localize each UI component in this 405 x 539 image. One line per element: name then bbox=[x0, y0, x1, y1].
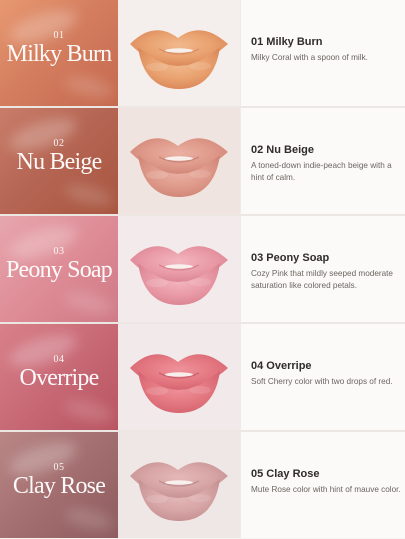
shade-title: 03 Peony Soap bbox=[251, 252, 330, 264]
lip-preview bbox=[118, 216, 240, 322]
shade-title: 04 Overripe bbox=[251, 360, 312, 372]
shade-row: 03 Peony Soap 03 Peony Soap Cozy Pink th… bbox=[0, 216, 405, 322]
shade-swatch: 05 Clay Rose bbox=[0, 432, 118, 538]
lip-preview bbox=[118, 108, 240, 214]
lips-icon bbox=[130, 354, 228, 413]
shade-row: 01 Milky Burn 01 Milky Burn Milky Coral … bbox=[0, 0, 405, 106]
swatch-name: Milky Burn bbox=[6, 41, 112, 67]
swatch-name: Overripe bbox=[19, 365, 100, 391]
shade-title: 02 Nu Beige bbox=[251, 144, 314, 156]
lips-icon bbox=[130, 246, 228, 305]
shade-row: 04 Overripe 04 Overripe Soft Cherry colo… bbox=[0, 324, 405, 430]
swatch-number: 03 bbox=[53, 246, 65, 257]
shade-row: 02 Nu Beige 02 Nu Beige A toned-down ind… bbox=[0, 108, 405, 214]
swatch-gloss bbox=[62, 396, 116, 426]
swatch-gloss bbox=[62, 72, 116, 102]
swatch-gloss bbox=[62, 288, 116, 318]
swatch-name: Nu Beige bbox=[16, 149, 103, 175]
shade-swatch: 02 Nu Beige bbox=[0, 108, 118, 214]
shade-info: 05 Clay Rose Mute Rose color with hint o… bbox=[240, 432, 405, 538]
shade-title: 01 Milky Burn bbox=[251, 36, 323, 48]
swatch-number: 01 bbox=[53, 30, 65, 41]
shade-swatch: 03 Peony Soap bbox=[0, 216, 118, 322]
shade-description: Cozy Pink that mildly seeped moderate sa… bbox=[251, 269, 393, 290]
lip-preview bbox=[118, 432, 240, 538]
shade-info: 03 Peony Soap Cozy Pink that mildly seep… bbox=[240, 216, 405, 322]
lip-preview bbox=[118, 0, 240, 106]
lips-icon bbox=[130, 30, 228, 89]
shade-info: 01 Milky Burn Milky Coral with a spoon o… bbox=[240, 0, 405, 106]
swatch-number: 04 bbox=[53, 354, 65, 365]
shade-info: 04 Overripe Soft Cherry color with two d… bbox=[240, 324, 405, 430]
swatch-name: Peony Soap bbox=[5, 257, 113, 283]
lips-icon bbox=[130, 462, 228, 521]
shade-title: 05 Clay Rose bbox=[251, 468, 320, 480]
lip-preview bbox=[118, 324, 240, 430]
shade-swatch: 04 Overripe bbox=[0, 324, 118, 430]
shade-description: Soft Cherry color with two drops of red. bbox=[251, 377, 393, 386]
lips-icon bbox=[130, 138, 228, 197]
shade-description: Milky Coral with a spoon of milk. bbox=[251, 53, 368, 62]
shade-row: 05 Clay Rose 05 Clay Rose Mute Rose colo… bbox=[0, 432, 405, 538]
swatch-gloss bbox=[62, 180, 116, 210]
shade-swatch: 01 Milky Burn bbox=[0, 0, 118, 106]
shade-info: 02 Nu Beige A toned-down indie-peach bei… bbox=[240, 108, 405, 214]
swatch-name: Clay Rose bbox=[12, 473, 106, 499]
swatch-number: 05 bbox=[53, 462, 65, 473]
swatch-number: 02 bbox=[53, 138, 65, 149]
lip-shade-page: 01 Milky Burn 01 Milky Burn Milky Coral … bbox=[0, 0, 405, 539]
shade-description: Mute Rose color with hint of mauve color… bbox=[251, 485, 401, 494]
shade-description: A toned-down indie-peach beige with a hi… bbox=[251, 161, 392, 182]
swatch-gloss bbox=[62, 504, 116, 534]
